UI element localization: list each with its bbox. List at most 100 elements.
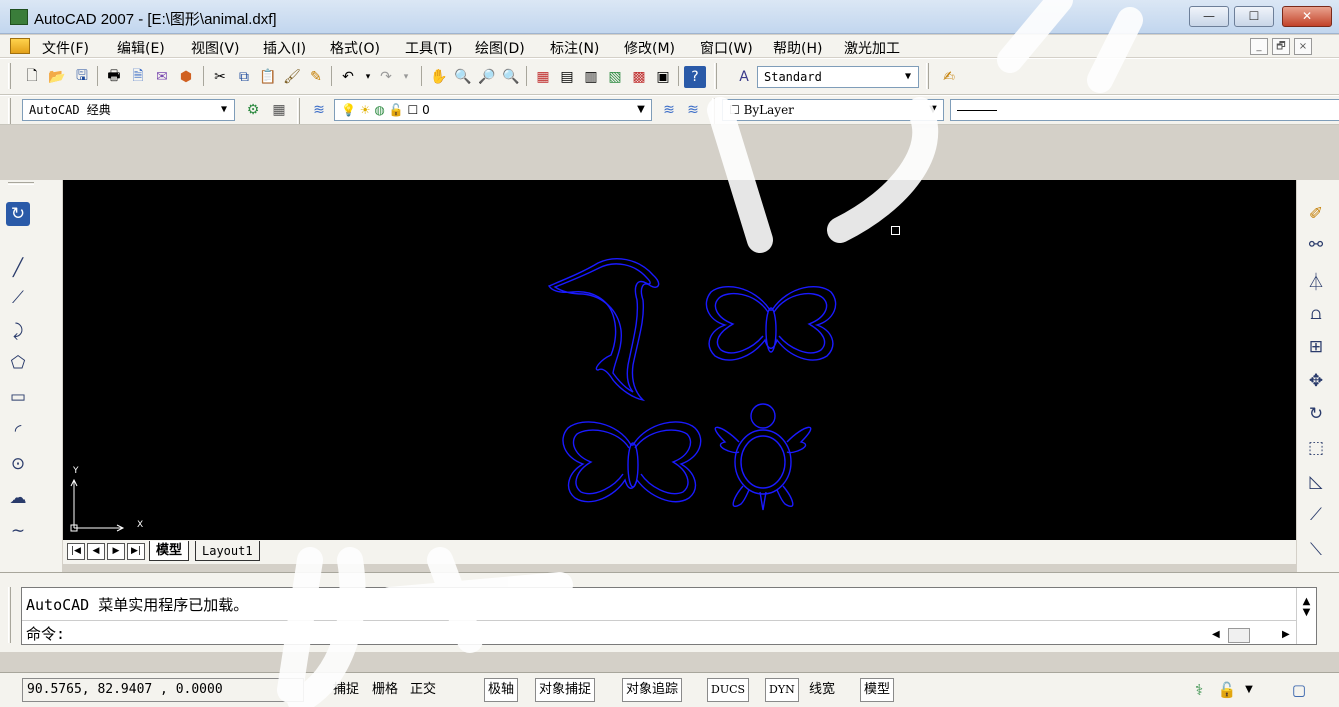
toolbar-grip[interactable]	[926, 63, 929, 89]
model-toggle[interactable]: 模型	[860, 678, 895, 702]
mdi-close-button[interactable]: ×	[1294, 38, 1312, 55]
line-icon[interactable]: ╱	[6, 256, 30, 280]
linetype-select[interactable]	[950, 99, 1339, 121]
minimize-button[interactable]: —	[1189, 6, 1229, 27]
maximize-button[interactable]: ☐	[1234, 6, 1274, 27]
otrack-toggle[interactable]: 对象追踪	[622, 678, 683, 702]
mdi-restore-button[interactable]: 🗗	[1272, 38, 1290, 55]
sheet-set-icon[interactable]: ▧	[604, 66, 626, 88]
command-horizontal-scrollbar[interactable]: ◀ ▶	[1208, 628, 1294, 644]
drawing-canvas[interactable]: Y X	[63, 180, 1296, 540]
toolbar-grip[interactable]	[297, 98, 300, 124]
layer-manager-icon[interactable]: ≋	[308, 99, 330, 121]
properties-icon[interactable]: ▦	[532, 66, 554, 88]
cut-icon[interactable]: ✂	[209, 66, 231, 88]
command-window-grip[interactable]	[8, 587, 11, 643]
dimension-style-icon[interactable]: ✍	[938, 66, 960, 88]
array-icon[interactable]: ⊞	[1304, 335, 1328, 359]
design-center-icon[interactable]: ▤	[556, 66, 578, 88]
communication-center-icon[interactable]: ⚕	[1188, 680, 1210, 700]
save-workspace-icon[interactable]: ▦	[268, 99, 290, 121]
command-prompt[interactable]: 命令:	[26, 623, 65, 644]
menu-tools[interactable]: 工具(T)	[405, 38, 452, 58]
block-editor-icon[interactable]: ✎	[305, 66, 327, 88]
menu-file[interactable]: 文件(F)	[42, 38, 89, 58]
menu-draw[interactable]: 绘图(D)	[475, 38, 525, 58]
first-tab-button[interactable]: |◀	[67, 543, 85, 560]
command-vertical-scrollbar[interactable]: ▲ ▼	[1296, 588, 1316, 644]
menu-view[interactable]: 视图(V)	[191, 38, 240, 58]
toolbar-grip[interactable]	[712, 98, 715, 124]
clean-screen-icon[interactable]: ▢	[1288, 680, 1310, 700]
match-properties-icon[interactable]: 🖌	[281, 66, 303, 88]
scroll-left-icon[interactable]: ◀	[1212, 629, 1220, 640]
menu-window[interactable]: 窗口(W)	[700, 38, 753, 58]
copy-object-icon[interactable]: ⚯	[1304, 233, 1328, 257]
plot-preview-icon[interactable]: 🗎	[127, 66, 149, 88]
menu-help[interactable]: 帮助(H)	[773, 38, 822, 58]
object-snap-icon[interactable]: ↻	[6, 202, 30, 226]
tool-palettes-icon[interactable]: ▥	[580, 66, 602, 88]
workspace-select[interactable]: AutoCAD 经典 ▼	[22, 99, 235, 121]
open-icon[interactable]: 📂	[46, 66, 68, 88]
copy-icon[interactable]: ⧉	[233, 66, 255, 88]
scroll-down-icon[interactable]: ▼	[1297, 607, 1316, 618]
toolbar-grip[interactable]	[714, 63, 717, 89]
move-icon[interactable]: ✥	[1304, 369, 1328, 393]
calculator-icon[interactable]: ▣	[652, 66, 674, 88]
undo-icon[interactable]: ↶	[337, 66, 359, 88]
make-object-layer-current-icon[interactable]: ≋	[658, 99, 680, 121]
erase-icon[interactable]: ✐	[1304, 202, 1328, 226]
text-style-icon[interactable]: A	[733, 66, 755, 88]
redo-dropdown-icon[interactable]: ▾	[395, 66, 417, 88]
construction-line-icon[interactable]: ⟋	[6, 286, 30, 310]
coordinate-display[interactable]: 90.5765, 82.9407 , 0.0000	[22, 678, 304, 702]
menu-format[interactable]: 格式(O)	[330, 38, 380, 58]
design-web-icon[interactable]: ⬢	[175, 66, 197, 88]
zoom-previous-icon[interactable]: 🔍	[500, 66, 522, 88]
spline-icon[interactable]: ∼	[6, 519, 30, 543]
scale-icon[interactable]: ⬚	[1304, 436, 1328, 460]
trim-icon[interactable]: ⟋	[1304, 503, 1328, 527]
paste-icon[interactable]: 📋	[257, 66, 279, 88]
command-pane[interactable]: AutoCAD 菜单实用程序已加载。 命令: ▲ ▼ ◀ ▶	[21, 587, 1317, 645]
arc-icon[interactable]: ◜	[6, 419, 30, 443]
stretch-icon[interactable]: ◺	[1304, 470, 1328, 494]
print-icon[interactable]: 🖶	[103, 66, 125, 88]
revision-cloud-icon[interactable]: ☁	[6, 486, 30, 510]
polar-toggle[interactable]: 极轴	[484, 678, 519, 702]
layer-previous-icon[interactable]: ≋	[682, 99, 704, 121]
scroll-up-icon[interactable]: ▲	[1297, 596, 1316, 607]
next-tab-button[interactable]: ▶	[107, 543, 125, 560]
tab-model[interactable]: 模型	[149, 541, 190, 561]
polygon-icon[interactable]: ⬠	[6, 351, 30, 375]
menu-modify[interactable]: 修改(M)	[624, 38, 675, 58]
scroll-thumb[interactable]	[1228, 628, 1250, 643]
rotate-icon[interactable]: ↻	[1304, 402, 1328, 426]
osnap-toggle[interactable]: 对象捕捉	[535, 678, 596, 702]
close-button[interactable]: ✕	[1282, 6, 1332, 27]
help-icon[interactable]: ?	[684, 66, 706, 88]
workspace-settings-icon[interactable]: ⚙	[242, 99, 264, 121]
text-style-select[interactable]: Standard ▼	[757, 66, 919, 88]
lineweight-toggle[interactable]: 线宽	[805, 678, 839, 702]
extend-icon[interactable]: ⟍	[1304, 538, 1328, 562]
zoom-realtime-icon[interactable]: 🔍	[452, 66, 474, 88]
pan-icon[interactable]: ✋	[428, 66, 450, 88]
grid-toggle[interactable]: 栅格	[368, 678, 402, 702]
ducs-toggle[interactable]: DUCS	[707, 678, 750, 702]
mdi-minimize-button[interactable]: _	[1250, 38, 1268, 55]
markup-set-icon[interactable]: ▩	[628, 66, 650, 88]
offset-icon[interactable]: ⩍	[1304, 302, 1328, 326]
snap-toggle[interactable]: 捕捉	[329, 678, 363, 702]
mirror-icon[interactable]: ⏃	[1304, 268, 1328, 293]
menu-edit[interactable]: 编辑(E)	[117, 38, 165, 58]
tab-layout1[interactable]: Layout1	[195, 541, 260, 561]
new-icon[interactable]: 🗋	[21, 66, 43, 88]
zoom-window-icon[interactable]: 🔎	[476, 66, 498, 88]
layer-select[interactable]: 💡 ☀ ◍ 🔓 ☐ 0 ▼	[334, 99, 652, 121]
toolbar-grip[interactable]	[8, 63, 11, 89]
document-icon[interactable]	[10, 38, 30, 54]
scroll-right-icon[interactable]: ▶	[1282, 629, 1290, 640]
menu-dimension[interactable]: 标注(N)	[550, 38, 599, 58]
